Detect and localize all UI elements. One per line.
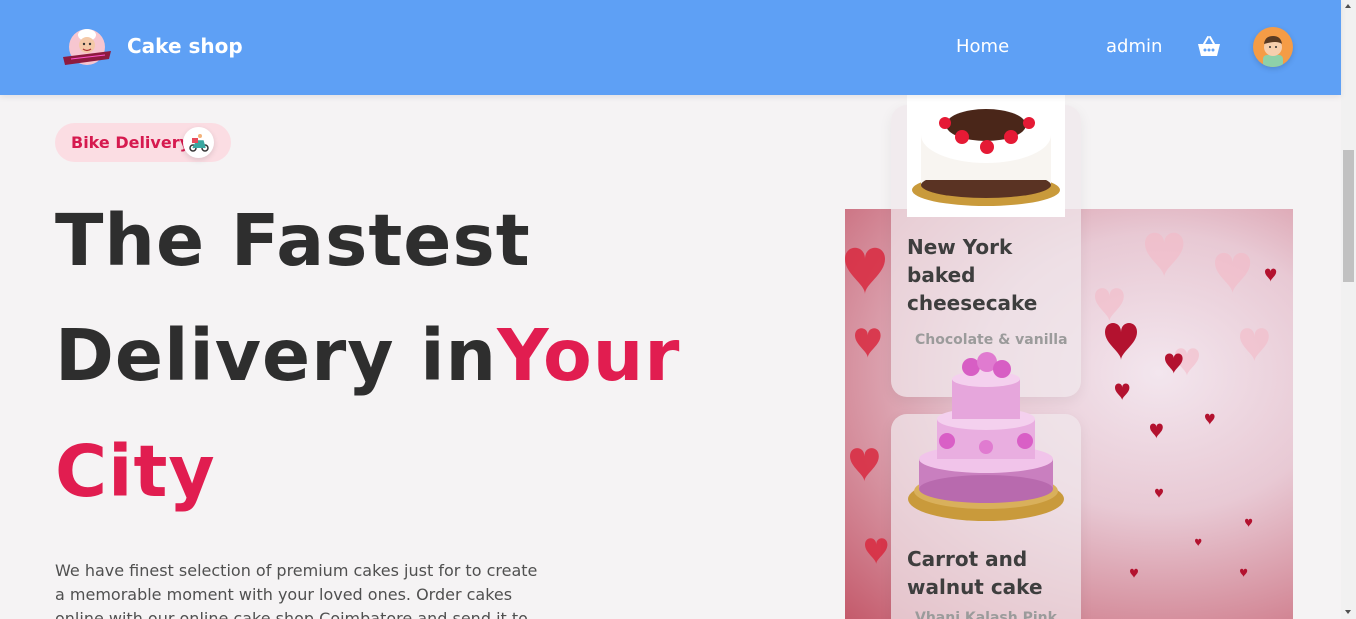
card-subtitle: Vhani Kalash Pink bbox=[915, 610, 1057, 619]
scroll-thumb[interactable] bbox=[1343, 150, 1354, 282]
shopping-basket-icon[interactable] bbox=[1196, 34, 1222, 60]
hero-headline-line-1: The Fastest bbox=[55, 199, 531, 282]
product-card[interactable]: Carrot and walnut cake Vhani Kalash Pink bbox=[891, 352, 1081, 619]
nav-admin-link[interactable]: admin bbox=[1106, 36, 1162, 57]
hero-description: We have finest selection of premium cake… bbox=[55, 561, 538, 619]
pink-tiered-cake-image bbox=[907, 349, 1065, 529]
site-header: Cake shop Home admin bbox=[0, 0, 1341, 95]
card-title[interactable]: Carrot and walnut cake bbox=[907, 545, 1077, 601]
user-avatar[interactable] bbox=[1253, 27, 1293, 67]
cake-shop-logo[interactable] bbox=[61, 25, 113, 69]
badge-label: Bike Delivery bbox=[71, 133, 191, 152]
headline-plain: Delivery in bbox=[55, 314, 498, 397]
brand-name[interactable]: Cake shop bbox=[127, 34, 243, 58]
scroll-up-arrow-icon[interactable] bbox=[1345, 4, 1351, 8]
card-title[interactable]: New York baked cheesecake bbox=[907, 233, 1077, 317]
bike-delivery-badge: Bike Delivery bbox=[55, 123, 231, 162]
card-subtitle: Chocolate & vanilla bbox=[915, 332, 1068, 348]
scroll-down-arrow-icon[interactable] bbox=[1345, 610, 1351, 614]
vertical-scrollbar[interactable] bbox=[1341, 0, 1356, 619]
hero-headline-line-2: Delivery inYour bbox=[55, 320, 680, 391]
headline-accent-your: Your bbox=[497, 314, 681, 397]
black-forest-cake-image bbox=[907, 95, 1065, 217]
nav-home-link[interactable]: Home bbox=[956, 36, 1009, 57]
hero-headline-city: City bbox=[55, 430, 216, 513]
scooter-delivery-icon bbox=[183, 127, 214, 158]
